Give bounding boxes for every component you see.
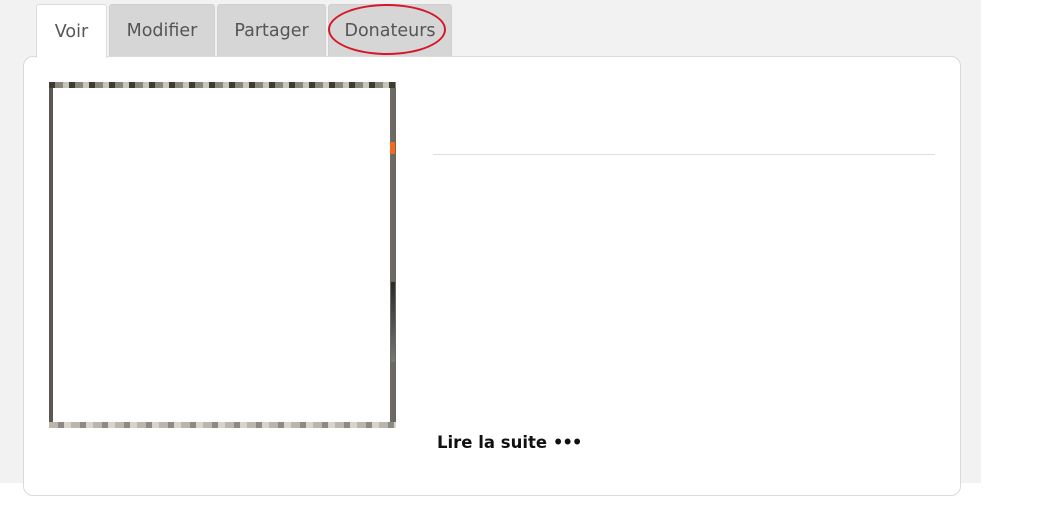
content-panel: Lire la suite ••• — [23, 56, 961, 496]
image-bottom-edge — [49, 422, 396, 428]
tab-voir-label: Voir — [54, 21, 89, 42]
tab-voir[interactable]: Voir — [36, 4, 107, 58]
read-more-label: Lire la suite — [437, 433, 548, 452]
tab-modifier-label: Modifier — [126, 20, 198, 41]
image-accent-dark — [391, 282, 395, 362]
tab-donateurs[interactable]: Donateurs — [328, 4, 452, 56]
image-accent — [390, 142, 395, 154]
more-dots-icon: ••• — [552, 433, 583, 452]
tab-modifier[interactable]: Modifier — [109, 4, 215, 56]
tab-partager-label: Partager — [234, 20, 309, 41]
tab-partager[interactable]: Partager — [217, 4, 326, 56]
tab-donateurs-label: Donateurs — [344, 20, 436, 41]
image-placeholder — [53, 88, 390, 422]
project-image — [49, 82, 396, 428]
read-more-link[interactable]: Lire la suite ••• — [437, 433, 583, 452]
content-divider — [433, 154, 935, 155]
